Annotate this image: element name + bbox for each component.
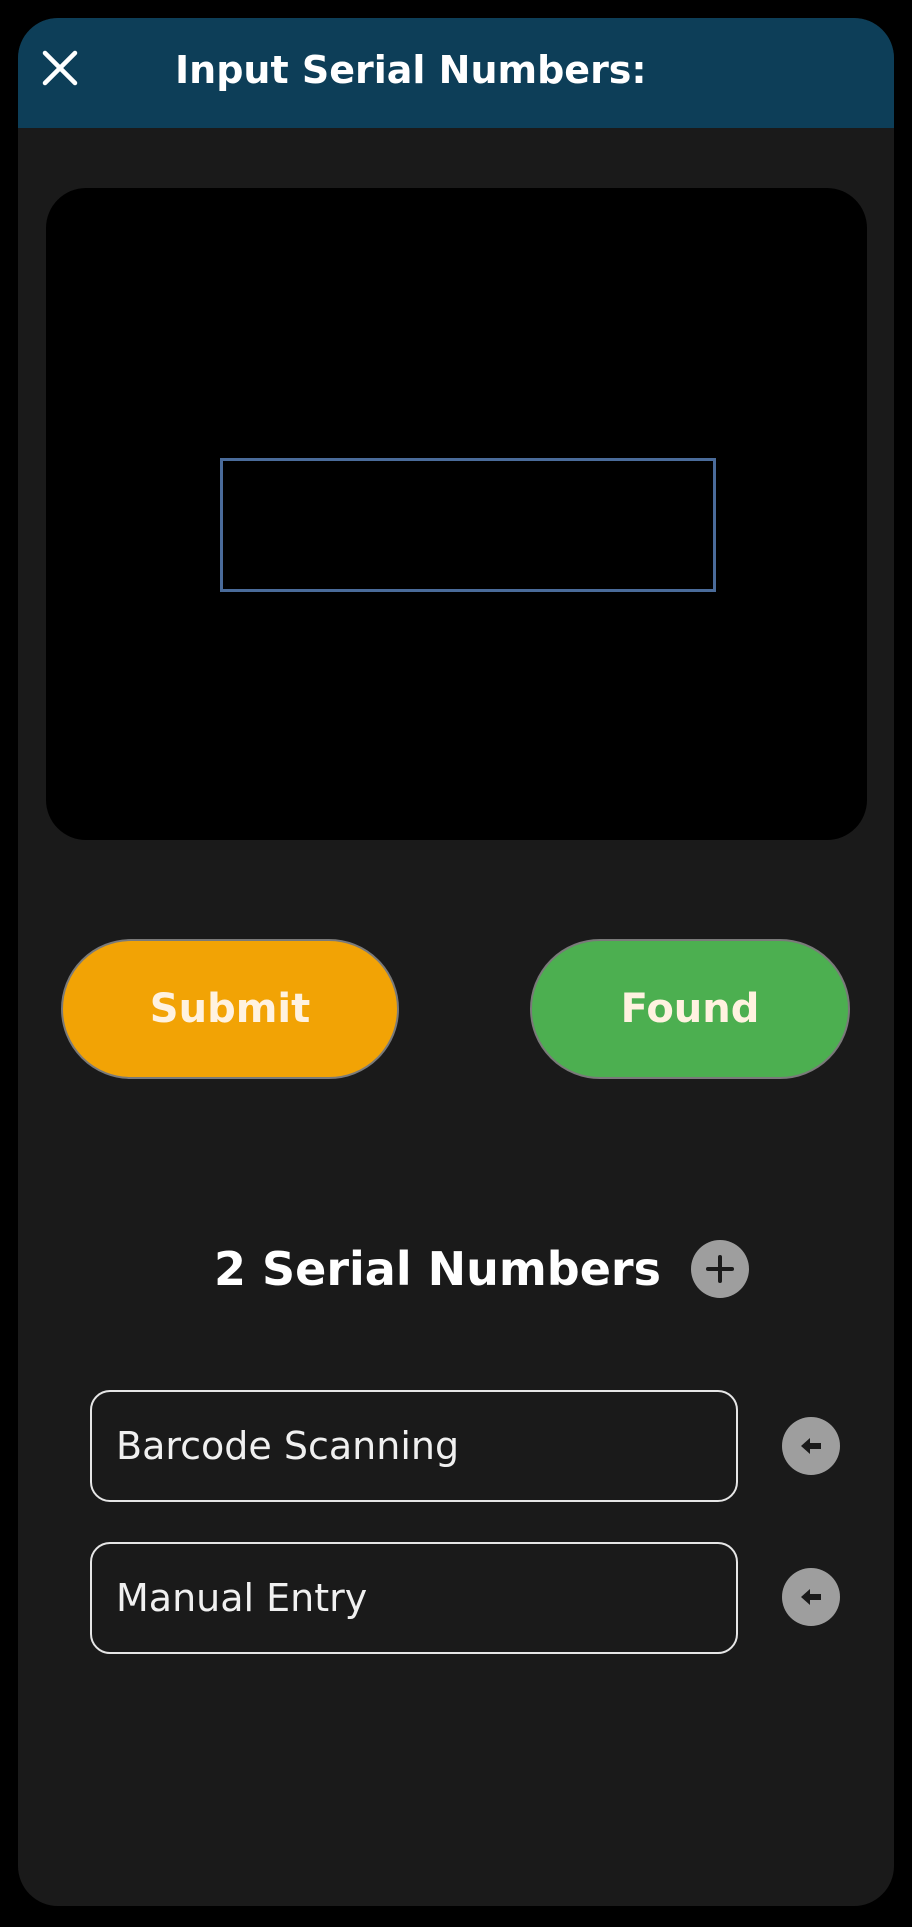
header-bar: Input Serial Numbers:	[18, 18, 894, 128]
arrow-left-icon	[801, 1589, 821, 1605]
add-serial-button[interactable]	[691, 1240, 749, 1298]
submit-button[interactable]: Submit	[61, 939, 399, 1079]
serial-count-label: 2 Serial Numbers	[214, 1242, 661, 1296]
camera-preview	[46, 188, 867, 840]
found-button[interactable]: Found	[530, 939, 850, 1079]
scan-frame	[220, 458, 716, 592]
serial-entry-value: Manual Entry	[116, 1576, 368, 1620]
serial-count-row: 2 Serial Numbers	[214, 1238, 749, 1300]
plus-icon	[706, 1255, 734, 1283]
serial-entry-value: Barcode Scanning	[116, 1424, 460, 1468]
serial-entry-field[interactable]: Barcode Scanning	[90, 1390, 738, 1502]
close-icon	[42, 50, 78, 86]
remove-serial-button[interactable]	[782, 1417, 840, 1475]
serial-entry-field[interactable]: Manual Entry	[90, 1542, 738, 1654]
remove-serial-button[interactable]	[782, 1568, 840, 1626]
page-title: Input Serial Numbers:	[175, 48, 647, 92]
app-screen: Input Serial Numbers: Submit Found 2 Ser…	[18, 18, 894, 1906]
arrow-left-icon	[801, 1438, 821, 1454]
close-button[interactable]	[34, 42, 86, 94]
